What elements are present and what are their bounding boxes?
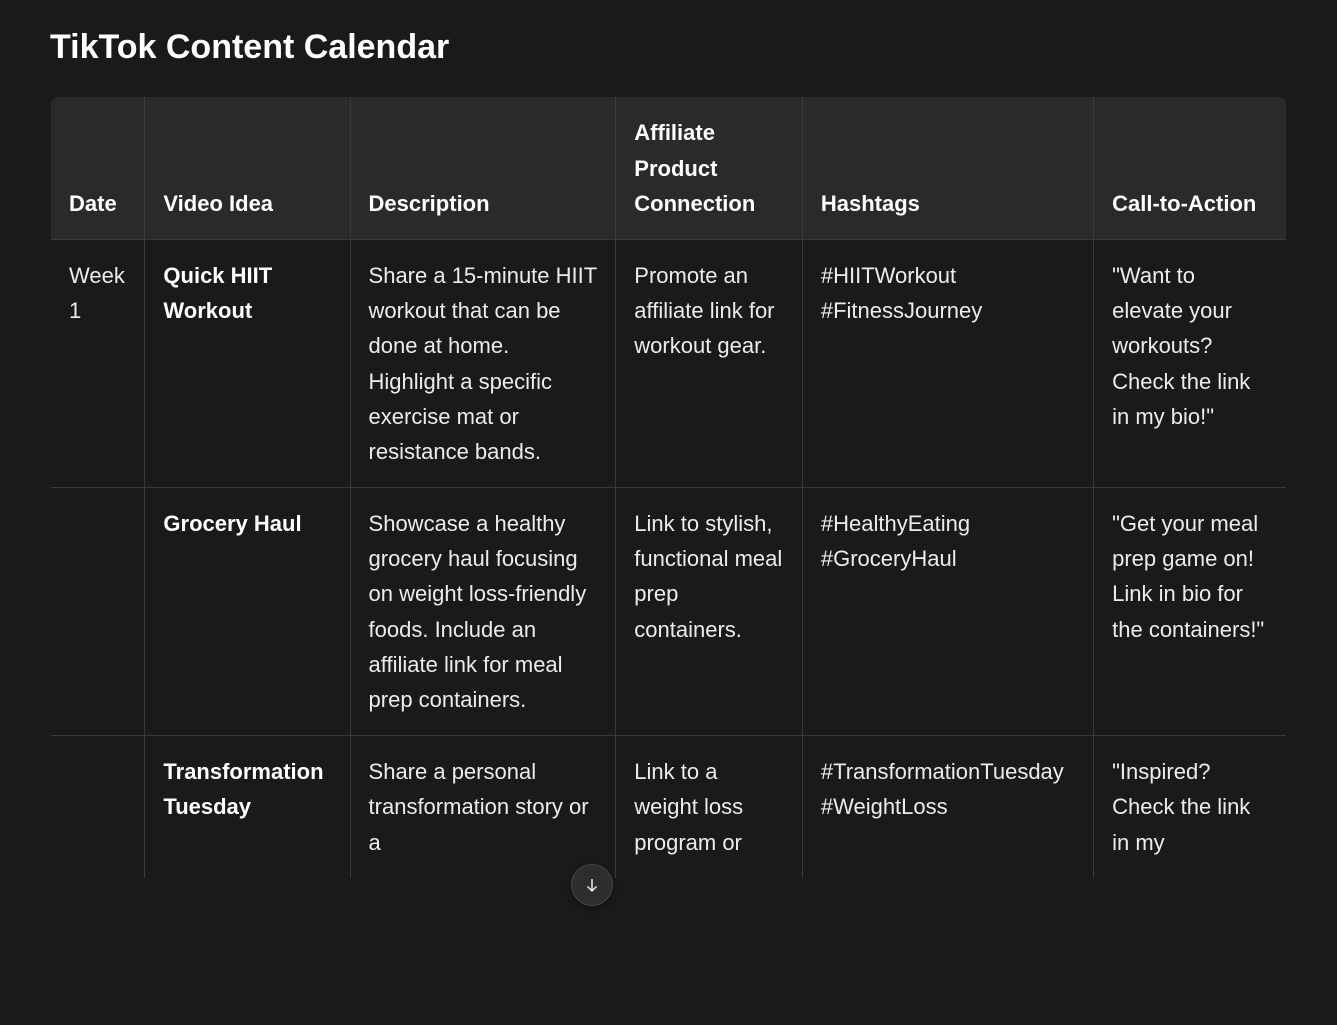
- cell-date: Week 1: [51, 239, 145, 487]
- cell-affiliate: Link to stylish, functional meal prep co…: [616, 488, 803, 736]
- table-row: Transformation Tuesday Share a personal …: [51, 736, 1287, 879]
- cell-video-idea: Transformation Tuesday: [145, 736, 350, 879]
- cell-video-idea: Quick HIIT Workout: [145, 239, 350, 487]
- cell-cta: "Inspired? Check the link in my: [1094, 736, 1287, 879]
- table-row: Week 1 Quick HIIT Workout Share a 15-min…: [51, 239, 1287, 487]
- cell-date: [51, 488, 145, 736]
- col-affiliate: Affiliate Product Connection: [616, 97, 803, 240]
- arrow-down-icon: [583, 876, 601, 894]
- cell-cta: "Want to elevate your workouts? Check th…: [1094, 239, 1287, 487]
- col-hashtags: Hashtags: [802, 97, 1093, 240]
- col-cta: Call-to-Action: [1094, 97, 1287, 240]
- table-header-row: Date Video Idea Description Affiliate Pr…: [51, 97, 1287, 240]
- col-description: Description: [350, 97, 616, 240]
- cell-cta: "Get your meal prep game on! Link in bio…: [1094, 488, 1287, 736]
- col-date: Date: [51, 97, 145, 240]
- page-title: TikTok Content Calendar: [50, 20, 1287, 74]
- cell-description: Share a 15-minute HIIT workout that can …: [350, 239, 616, 487]
- cell-description: Showcase a healthy grocery haul focusing…: [350, 488, 616, 736]
- video-idea-text: Grocery Haul: [163, 511, 301, 536]
- cell-hashtags: #TransformationTuesday #WeightLoss: [802, 736, 1093, 879]
- cell-date: [51, 736, 145, 879]
- video-idea-text: Transformation Tuesday: [163, 759, 323, 819]
- table-row: Grocery Haul Showcase a healthy grocery …: [51, 488, 1287, 736]
- cell-hashtags: #HIITWorkout #FitnessJourney: [802, 239, 1093, 487]
- cell-affiliate: Promote an affiliate link for workout ge…: [616, 239, 803, 487]
- scroll-down-button[interactable]: [571, 864, 613, 906]
- cell-video-idea: Grocery Haul: [145, 488, 350, 736]
- video-idea-text: Quick HIIT Workout: [163, 263, 272, 323]
- content-calendar-table: Date Video Idea Description Affiliate Pr…: [50, 96, 1287, 878]
- col-video-idea: Video Idea: [145, 97, 350, 240]
- cell-hashtags: #HealthyEating #GroceryHaul: [802, 488, 1093, 736]
- cell-affiliate: Link to a weight loss program or: [616, 736, 803, 879]
- cell-description: Share a personal transformation story or…: [350, 736, 616, 879]
